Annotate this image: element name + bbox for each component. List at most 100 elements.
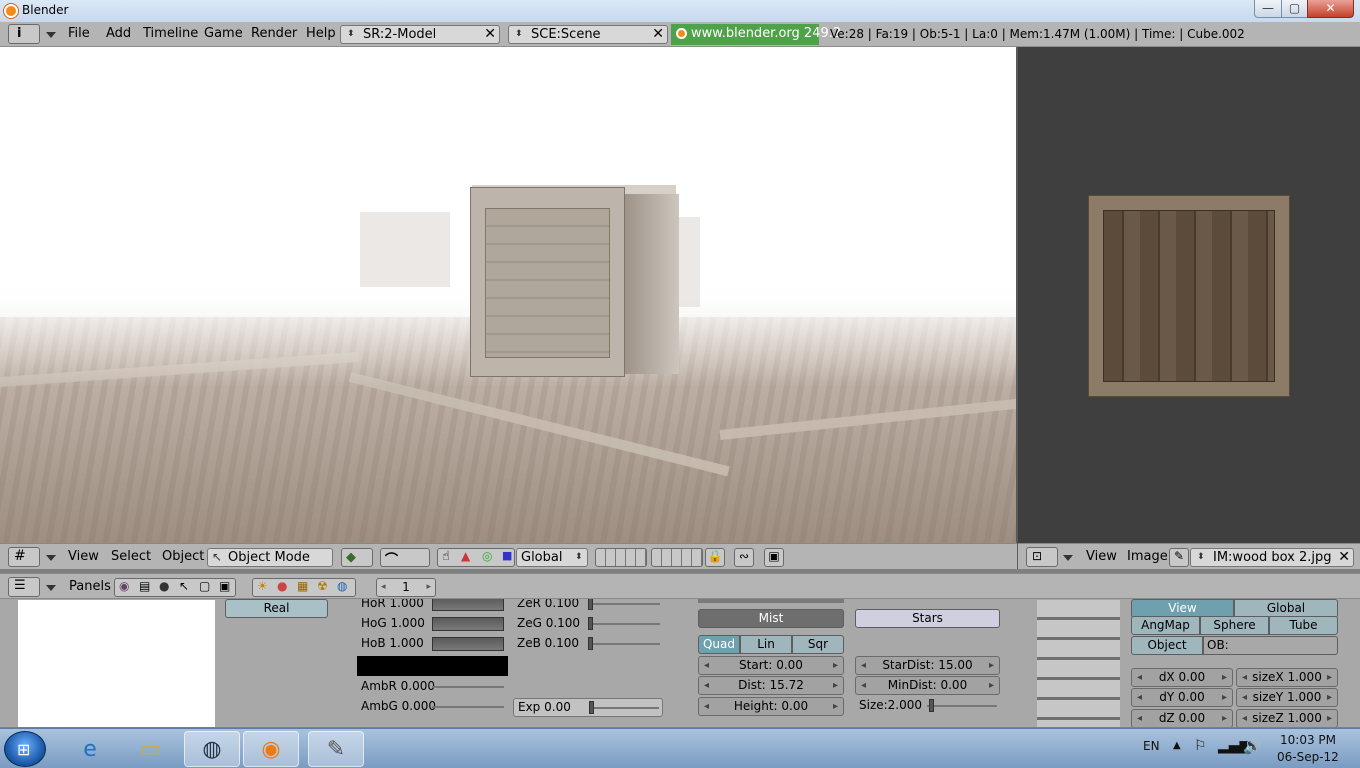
horizon-red-slider[interactable]: HoR 1.000: [357, 599, 507, 614]
taskbar-blender[interactable]: ◉: [243, 731, 299, 767]
image-unlink-icon[interactable]: ✕: [1338, 549, 1350, 566]
offset-y-field[interactable]: dY 0.00: [1131, 688, 1233, 707]
menu-game[interactable]: Game: [204, 25, 243, 44]
manipulator-toggles[interactable]: ☝ ▲ ◎ ■: [437, 548, 515, 567]
mist-dist-field[interactable]: Dist: 15.72: [698, 676, 844, 695]
shading-icon[interactable]: ●: [159, 579, 169, 593]
mist-lin-button[interactable]: Lin: [740, 635, 792, 654]
ambient-green-slider[interactable]: AmbG 0.000: [357, 698, 507, 717]
close-button[interactable]: ✕: [1307, 0, 1354, 18]
menu-collapse-icon[interactable]: [1063, 555, 1073, 561]
size-y-field[interactable]: sizeY 1.000: [1236, 688, 1338, 707]
star-size-slider[interactable]: Size:2.000: [855, 697, 1000, 716]
proportional-edit-button[interactable]: ∾: [734, 548, 754, 567]
horizon-color-swatch[interactable]: [357, 656, 508, 676]
real-button[interactable]: Real: [225, 599, 328, 618]
menu-collapse-icon[interactable]: [46, 555, 56, 561]
layer-buttons-1[interactable]: [595, 548, 647, 567]
map-tube-button[interactable]: Tube: [1269, 616, 1338, 635]
mist-sqr-button[interactable]: Sqr: [792, 635, 844, 654]
taskbar-internet-explorer[interactable]: e: [62, 731, 118, 767]
scene-icon[interactable]: ▣: [219, 579, 230, 593]
material-icon[interactable]: ●: [277, 579, 287, 593]
scale-icon[interactable]: ■: [502, 549, 512, 562]
volume-icon[interactable]: 🔊: [1243, 737, 1262, 755]
zenith-red-slider[interactable]: ZeR 0.100: [513, 599, 663, 614]
star-dist-field[interactable]: StarDist: 15.00: [855, 656, 1000, 675]
editor-type-selector[interactable]: ☰: [8, 577, 40, 597]
minimize-button[interactable]: —: [1254, 0, 1282, 18]
menu-render[interactable]: Render: [251, 25, 297, 44]
radiosity-icon[interactable]: ☢: [317, 579, 328, 593]
size-x-field[interactable]: sizeX 1.000: [1236, 668, 1338, 687]
slider-knob[interactable]: [588, 617, 593, 630]
slider-knob[interactable]: [588, 637, 593, 650]
size-z-field[interactable]: sizeZ 1.000: [1236, 709, 1338, 727]
menu-add[interactable]: Add: [106, 25, 131, 44]
render-preview-button[interactable]: ▣: [764, 548, 784, 567]
menu-view[interactable]: View: [1086, 548, 1117, 567]
slider-knob[interactable]: [589, 701, 594, 714]
taskbar-paint[interactable]: ✎: [308, 731, 364, 767]
scene-delete-icon[interactable]: ✕: [652, 26, 664, 43]
mist-quad-button[interactable]: Quad: [698, 635, 740, 654]
horizon-blue-slider[interactable]: HoB 1.000: [357, 635, 507, 654]
arrow-left-icon[interactable]: ◂: [381, 579, 386, 596]
pivot-selector[interactable]: ⌒: [380, 548, 430, 568]
scene-selector[interactable]: ⬍ SCE:Scene ✕: [508, 25, 668, 44]
mist-start-field[interactable]: Start: 0.00: [698, 656, 844, 675]
show-hidden-icons[interactable]: ▲: [1173, 740, 1181, 751]
3d-viewport[interactable]: [0, 47, 1017, 543]
lamp-icon[interactable]: ☀: [257, 579, 268, 593]
exposure-slider[interactable]: Exp 0.00: [513, 698, 663, 717]
layer-buttons-2[interactable]: [651, 548, 703, 567]
context-buttons[interactable]: ◉ ▤ ● ↖ ▢ ▣: [114, 578, 236, 597]
translate-icon[interactable]: ▲: [461, 549, 470, 563]
lock-layers-button[interactable]: 🔒: [705, 548, 725, 567]
logic-icon[interactable]: ◉: [119, 579, 129, 593]
wooden-crate[interactable]: [470, 187, 625, 377]
menu-select[interactable]: Select: [111, 548, 151, 567]
editor-type-selector[interactable]: ⊡: [1026, 547, 1058, 567]
menu-file[interactable]: File: [68, 25, 90, 44]
orientation-selector[interactable]: Global ⬍: [516, 548, 588, 567]
zenith-green-slider[interactable]: ZeG 0.100: [513, 615, 663, 634]
editor-type-selector[interactable]: i: [8, 24, 40, 44]
mist-toggle[interactable]: Mist: [698, 609, 844, 628]
star-mindist-field[interactable]: MinDist: 0.00: [855, 676, 1000, 695]
mist-height-field[interactable]: Height: 0.00: [698, 697, 844, 716]
horizon-green-slider[interactable]: HoG 1.000: [357, 615, 507, 634]
image-selector[interactable]: ⬍ IM:wood box 2.jpg ✕: [1190, 548, 1354, 567]
map-object-button[interactable]: Object: [1131, 636, 1203, 655]
object-icon[interactable]: ↖: [179, 579, 189, 593]
slider-knob[interactable]: [588, 599, 593, 610]
rotate-icon[interactable]: ◎: [482, 549, 492, 563]
screen-selector[interactable]: ⬍ SR:2-Model ✕: [340, 25, 500, 44]
menu-collapse-icon[interactable]: [46, 585, 56, 591]
editor-type-selector[interactable]: #: [8, 547, 40, 567]
stars-toggle[interactable]: Stars: [855, 609, 1000, 628]
start-button[interactable]: ⊞: [4, 731, 46, 767]
shading-subcontext-buttons[interactable]: ☀ ● ▦ ☢ ◍: [252, 578, 356, 597]
world-icon[interactable]: ◍: [337, 579, 347, 593]
hand-icon[interactable]: ☝: [442, 549, 450, 564]
mode-selector[interactable]: ↖ Object Mode: [207, 548, 333, 567]
arrow-right-icon[interactable]: ▸: [426, 579, 431, 596]
frame-number-field[interactable]: ◂ 1 ▸: [376, 578, 436, 597]
texture-icon[interactable]: ▦: [297, 579, 308, 593]
map-object-field[interactable]: OB:: [1203, 636, 1338, 655]
taskbar-globe-app[interactable]: ◍: [184, 731, 240, 767]
script-icon[interactable]: ▤: [139, 579, 150, 593]
clock-date[interactable]: 06-Sep-12: [1277, 750, 1339, 764]
menu-view[interactable]: View: [68, 548, 99, 567]
zenith-blue-slider[interactable]: ZeB 0.100: [513, 635, 663, 654]
menu-panels[interactable]: Panels: [69, 578, 111, 597]
menu-object[interactable]: Object: [162, 548, 204, 567]
action-center-flag-icon[interactable]: ⚐: [1194, 738, 1207, 754]
slider-knob[interactable]: [929, 699, 934, 712]
version-badge[interactable]: www.blender.org 249.2: [671, 24, 841, 45]
taskbar-explorer[interactable]: ▭: [122, 731, 178, 767]
texture-channel-list[interactable]: [1037, 600, 1120, 727]
pin-button[interactable]: ✎: [1169, 548, 1189, 567]
menu-image[interactable]: Image: [1127, 548, 1168, 567]
